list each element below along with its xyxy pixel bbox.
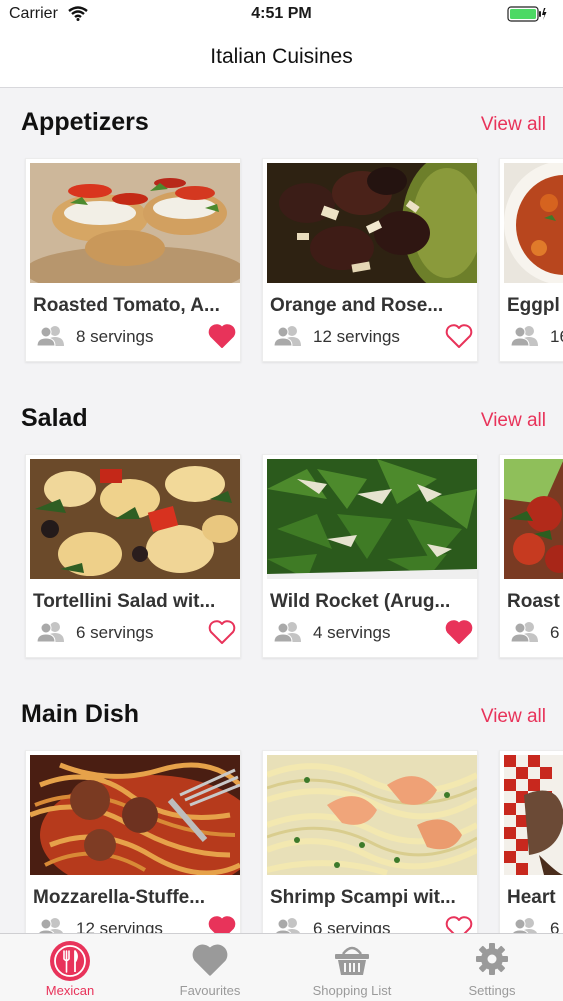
recipe-card[interactable]: Tortellini Salad wit... 6 servings xyxy=(25,454,241,658)
people-icon xyxy=(36,325,66,352)
card-carousel[interactable]: Tortellini Salad wit... 6 servings Wild … xyxy=(0,454,563,660)
favourite-heart-icon[interactable] xyxy=(208,915,236,933)
gear-icon xyxy=(475,942,509,981)
recipe-card[interactable]: Wild Rocket (Arug... 4 servings xyxy=(262,454,478,658)
people-icon xyxy=(36,621,66,648)
status-bar: Carrier 4:51 PM xyxy=(0,0,563,30)
recipe-image xyxy=(267,459,477,579)
people-icon xyxy=(510,917,540,933)
recipe-card[interactable]: Orange and Rose... 12 servings xyxy=(262,158,478,362)
people-icon xyxy=(36,917,66,933)
people-icon xyxy=(510,621,540,648)
favourite-heart-icon[interactable] xyxy=(445,323,473,354)
section-title: Salad xyxy=(21,404,88,432)
recipe-title: Heart xyxy=(507,887,556,908)
servings-count: 16 xyxy=(550,327,563,346)
recipe-image xyxy=(504,755,563,875)
favourite-heart-icon[interactable] xyxy=(208,619,236,650)
tab-label: Shopping List xyxy=(312,983,392,998)
favourite-heart-icon[interactable] xyxy=(445,619,473,650)
recipe-sections[interactable]: Appetizers View all Roasted Tomato, A...… xyxy=(0,88,563,933)
people-icon xyxy=(273,325,303,352)
tab-label: Favourites xyxy=(179,983,241,998)
servings-count: 6 xyxy=(550,919,560,933)
tab-mexican[interactable]: Mexican xyxy=(0,934,140,1001)
recipe-title: Roast xyxy=(507,591,560,612)
recipe-card[interactable]: Roasted Tomato, A... 8 servings xyxy=(25,158,241,362)
servings-count: 4 servings xyxy=(313,623,391,642)
tab-settings[interactable]: Settings xyxy=(422,934,562,1001)
heart-icon xyxy=(191,943,229,982)
view-all-button[interactable]: View all xyxy=(481,114,546,136)
clock: 4:51 PM xyxy=(251,5,312,22)
recipe-image xyxy=(30,755,240,875)
recipe-image xyxy=(267,755,477,875)
recipe-image xyxy=(504,163,563,283)
people-icon xyxy=(510,325,540,352)
servings-count: 6 servings xyxy=(76,623,154,642)
view-all-button[interactable]: View all xyxy=(481,706,546,728)
tab-shopping-list[interactable]: Shopping List xyxy=(282,934,422,1001)
recipe-image xyxy=(267,163,477,283)
recipe-card[interactable]: Shrimp Scampi wit... 6 servings xyxy=(262,750,478,933)
recipe-title: Roasted Tomato, A... xyxy=(33,295,220,316)
tab-bar: Mexican Favourites Shopping List Setting… xyxy=(0,933,563,1001)
recipe-title: Tortellini Salad wit... xyxy=(33,591,216,612)
people-icon xyxy=(273,621,303,648)
recipe-title: Mozzarella-Stuffe... xyxy=(33,887,206,908)
favourite-heart-icon[interactable] xyxy=(445,915,473,933)
recipe-image xyxy=(30,163,240,283)
favourite-heart-icon[interactable] xyxy=(208,323,236,354)
recipe-card[interactable]: Mozzarella-Stuffe... 12 servings xyxy=(25,750,241,933)
view-all-button[interactable]: View all xyxy=(481,410,546,432)
recipe-title: Shrimp Scampi wit... xyxy=(270,887,456,908)
recipe-title: Orange and Rose... xyxy=(270,295,444,316)
battery-icon xyxy=(507,6,547,27)
tab-label: Mexican xyxy=(45,983,95,998)
recipe-card[interactable]: Eggpl 16 xyxy=(499,158,563,362)
servings-count: 12 servings xyxy=(313,327,400,346)
card-carousel[interactable]: Roasted Tomato, A... 8 servings Orange a… xyxy=(0,158,563,364)
servings-count: 6 servings xyxy=(313,919,391,933)
tab-label: Settings xyxy=(468,983,516,998)
card-carousel[interactable]: Mozzarella-Stuffe... 12 servings Shrimp … xyxy=(0,750,563,933)
plate-cutlery-icon xyxy=(49,940,91,987)
servings-count: 6 xyxy=(550,623,560,642)
servings-count: 12 servings xyxy=(76,919,163,933)
basket-icon xyxy=(333,942,371,981)
navigation-bar: Italian Cuisines xyxy=(0,30,563,88)
recipe-card[interactable]: Heart 6 xyxy=(499,750,563,933)
tab-favourites[interactable]: Favourites xyxy=(140,934,280,1001)
servings-count: 8 servings xyxy=(76,327,154,346)
page-title: Italian Cuisines xyxy=(210,45,353,68)
recipe-image xyxy=(30,459,240,579)
recipe-card[interactable]: Roast 6 xyxy=(499,454,563,658)
recipe-title: Wild Rocket (Arug... xyxy=(270,591,451,612)
section-title: Main Dish xyxy=(21,700,140,728)
section-title: Appetizers xyxy=(21,108,149,136)
recipe-title: Eggpl xyxy=(507,295,560,316)
people-icon xyxy=(273,917,303,933)
recipe-image xyxy=(504,459,563,579)
